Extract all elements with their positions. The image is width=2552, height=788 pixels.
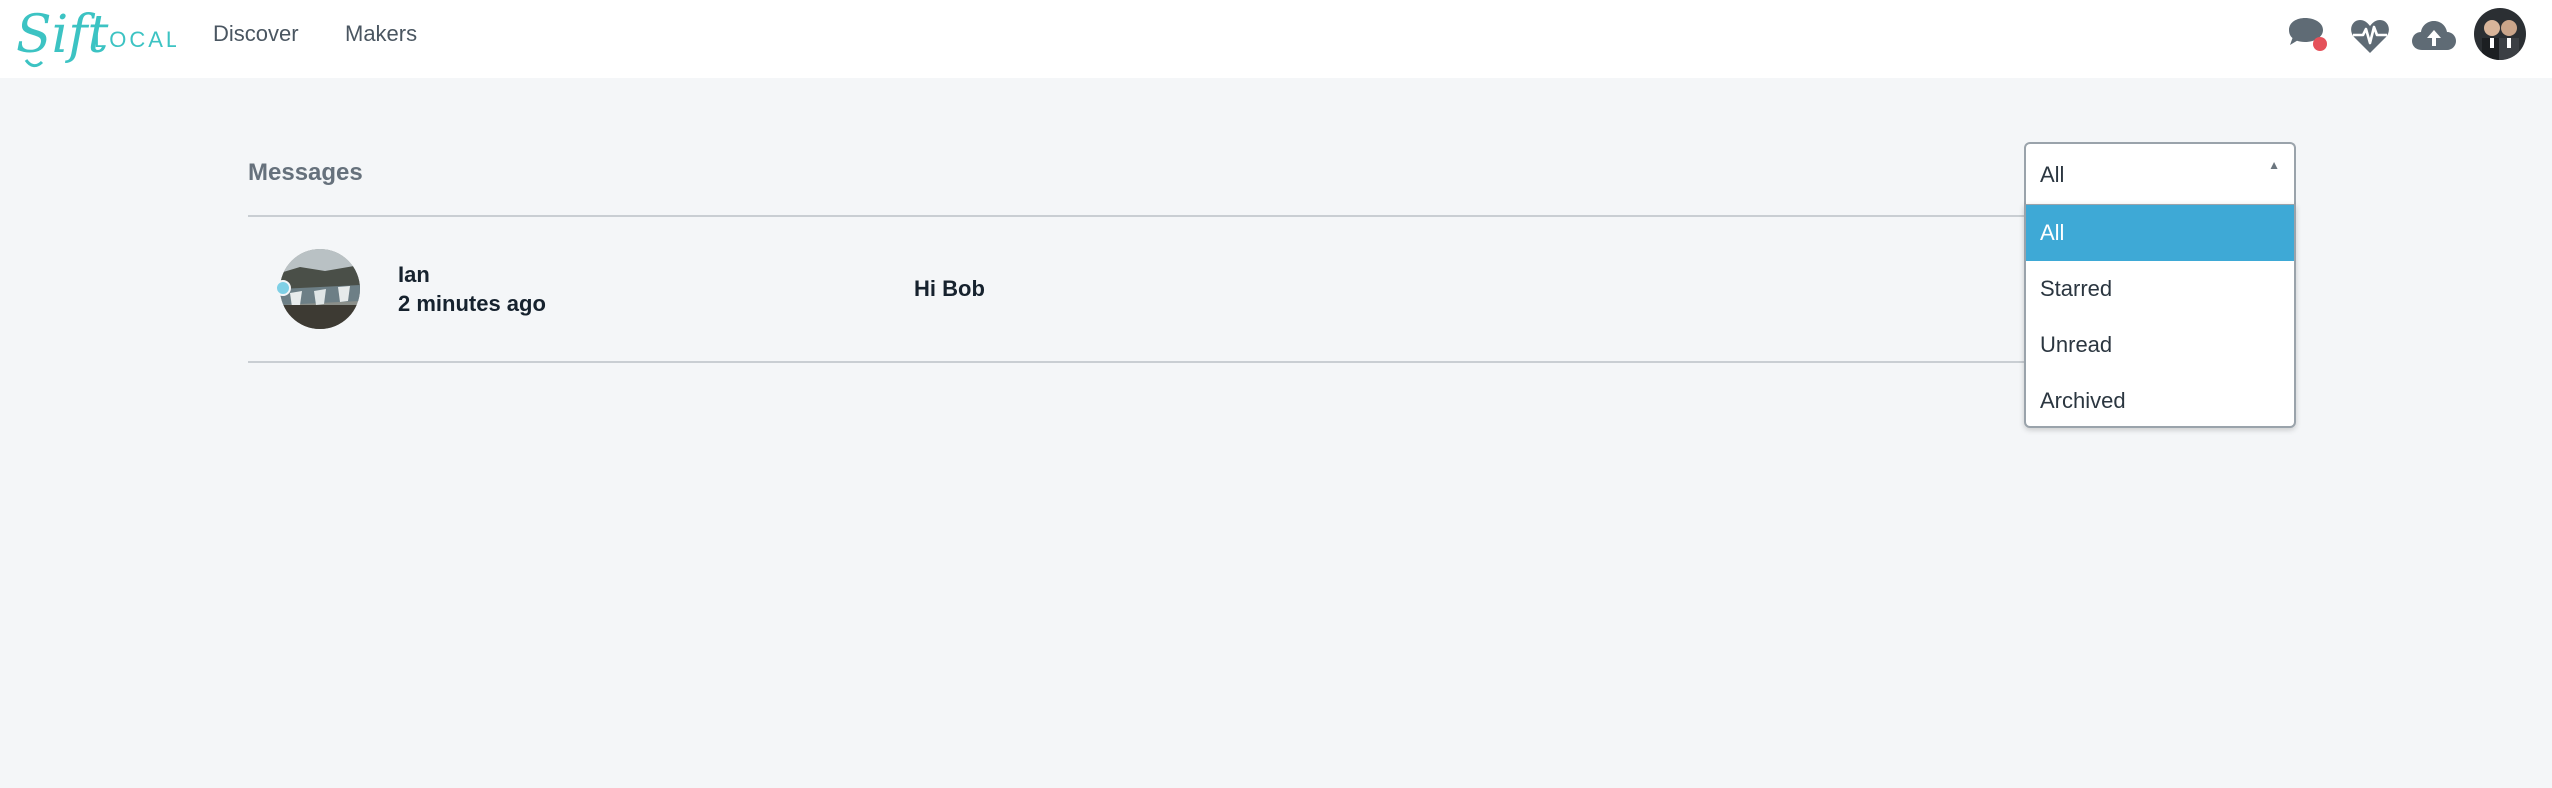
top-nav: Sift LOCAL Discover Makers <box>0 0 2552 78</box>
messages-title: Messages <box>248 159 363 186</box>
nav-discover-link[interactable]: Discover <box>213 20 299 48</box>
nav-makers-link[interactable]: Makers <box>345 20 417 48</box>
caret-up-icon: ▲ <box>2268 158 2280 172</box>
filter-option-archived[interactable]: Archived <box>2026 373 2294 426</box>
user-avatar-photo <box>2474 8 2526 60</box>
thread-timestamp: 2 minutes ago <box>398 291 546 316</box>
cloud-upload-icon <box>2412 21 2456 50</box>
filter-option-unread[interactable]: Unread <box>2026 317 2294 373</box>
message-thread-row[interactable]: Ian 2 minutes ago Hi Bob <box>248 217 2294 361</box>
message-filter-select[interactable]: All ▲ <box>2024 142 2296 206</box>
messages-button[interactable] <box>2283 12 2331 60</box>
logo-caps-text: LOCAL <box>94 27 176 52</box>
messages-divider-bottom <box>248 361 2294 363</box>
logo-mark: Sift LOCAL <box>16 5 178 68</box>
upload-button[interactable] <box>2410 12 2458 60</box>
notification-dot <box>2313 37 2327 51</box>
filter-option-all[interactable]: All <box>2026 205 2294 261</box>
filter-option-starred[interactable]: Starred <box>2026 261 2294 317</box>
unread-indicator <box>275 280 291 296</box>
user-avatar[interactable] <box>2474 8 2526 60</box>
thread-preview-text: Hi Bob <box>914 276 985 301</box>
thread-sender-name: Ian <box>398 262 430 287</box>
heart-pulse-icon <box>2351 20 2389 53</box>
filter-selected-value: All <box>2040 162 2065 187</box>
chat-icon <box>2289 18 2327 51</box>
thread-avatar-photo <box>280 249 360 329</box>
thread-avatar <box>280 249 360 329</box>
sift-local-logo[interactable]: Sift LOCAL <box>16 2 178 74</box>
filter-options-menu: All Starred Unread Archived <box>2024 204 2296 428</box>
activity-button[interactable] <box>2346 12 2394 60</box>
